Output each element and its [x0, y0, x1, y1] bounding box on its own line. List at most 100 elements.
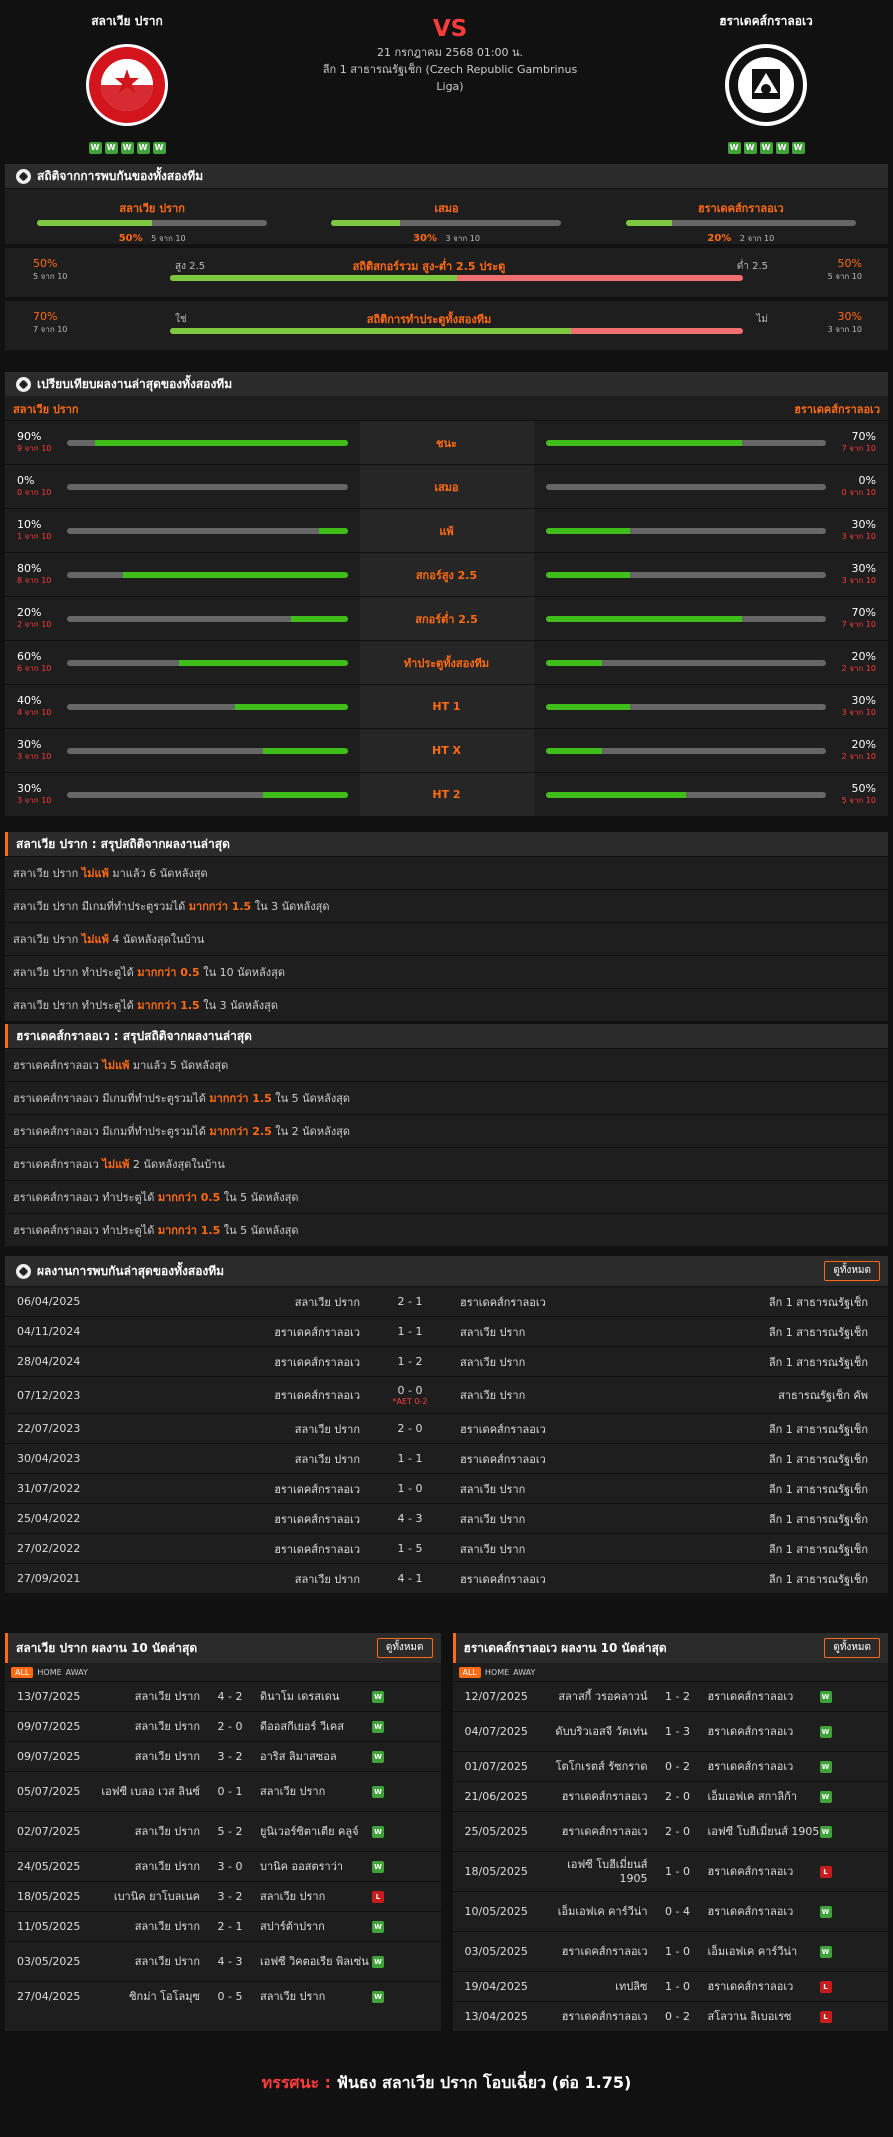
- tab-away[interactable]: AWAY: [66, 1668, 88, 1677]
- summary-item: สลาเวีย ปราก ทำประตูได้ มากกว่า 1.5 ใน 3…: [5, 988, 888, 1021]
- h2h-row[interactable]: 31/07/2022 ฮราเดคส์กราลอเว 1 - 0 สลาเวีย ปร…: [5, 1473, 888, 1503]
- summary-highlight: มากกว่า 0.5: [137, 966, 200, 979]
- tab-all[interactable]: ALL: [11, 1666, 34, 1678]
- league-name: สาธารณรัฐเช็ก คัพ: [778, 1389, 868, 1402]
- soccer-ball-icon: [16, 168, 31, 184]
- h2h-col-value: 30% 3 จาก 10: [331, 232, 561, 245]
- btts-no-pct: 30%: [837, 310, 862, 323]
- away-team-name: สโลวาน ลิเบอเรซ: [707, 2009, 792, 2023]
- compare-home-bar: [67, 791, 348, 798]
- compare-home-cell: 60% 6 จาก 10: [5, 641, 360, 684]
- compare-home-value: 0% 0 จาก 10: [17, 474, 57, 499]
- result-row[interactable]: 11/05/2025 สลาเวีย ปราก 2 - 1 สปาร์ต้าปราก W: [5, 1911, 441, 1941]
- h2h-row[interactable]: 22/07/2023 สลาเวีย ปราก 2 - 0 ฮราเดคส์กราลอ…: [5, 1413, 888, 1443]
- result-row[interactable]: 09/07/2025 สลาเวีย ปราก 2 - 0 ดีออสกีเยอร์ …: [5, 1711, 441, 1741]
- result-row[interactable]: 25/05/2025 ฮราเดคส์กราลอเว 2 - 0 เอฟซี โบฮี…: [452, 1811, 888, 1851]
- result-row[interactable]: 18/05/2025 เบานิค ยาโบลเนค 3 - 2 สลาเวีย ปร…: [5, 1881, 441, 1911]
- view-all-home-button[interactable]: ดูทั้งหมด: [376, 1638, 433, 1658]
- home-team-name: ฮราเดคส์กราลอเว: [274, 1355, 360, 1369]
- compare-away-bar: [545, 747, 826, 754]
- league-name: ลีก 1 สาธารณรัฐเช็ก: [768, 1452, 868, 1466]
- away-last10-title: ฮราเดคส์กราลอเว ผลงาน 10 นัดล่าสุด: [463, 1641, 667, 1655]
- result-row[interactable]: 02/07/2025 สลาเวีย ปราก 5 - 2 ยูนิเวอร์ซิตา…: [5, 1811, 441, 1851]
- result-badge: W: [819, 1690, 832, 1703]
- match-date: 12/07/2025: [464, 1689, 528, 1703]
- score: 4 - 1: [360, 1572, 460, 1585]
- result-badge: W: [372, 1955, 384, 1968]
- away-team-name: ฮราเดคส์กราลอเว: [707, 1724, 794, 1738]
- compare-home-value: 10% 1 จาก 10: [17, 517, 57, 543]
- summary-highlight: ไม่แพ้: [81, 867, 109, 880]
- compare-label: HT 1: [359, 685, 534, 728]
- home-team-name: สลาเวีย ปราก: [134, 1954, 200, 1968]
- result-row[interactable]: 09/07/2025 สลาเวีย ปราก 3 - 2 อาริส ลิมาสซอ…: [5, 1741, 441, 1771]
- match-date: 27/09/2021: [17, 1572, 81, 1585]
- result-row[interactable]: 18/05/2025 เอฟซี โบฮีเมี่ยนส์ 1905 1 - 0 ฮร…: [452, 1851, 888, 1891]
- tab-all[interactable]: ALL: [458, 1666, 481, 1678]
- summary-highlight: มากกว่า 1.5: [188, 900, 252, 913]
- tab-home[interactable]: HOME: [37, 1668, 61, 1677]
- h2h-row[interactable]: 30/04/2023 สลาเวีย ปราก 1 - 1 ฮราเดคส์กราลอ…: [5, 1443, 888, 1473]
- h2h-stats-section: สถิติจากการพบกันของทั้งสองทีม สลาเวีย ปร…: [5, 164, 888, 244]
- score-value: 4 - 1: [397, 1572, 423, 1585]
- away-team[interactable]: ฮราเดคส์กราลอเว WWWWW: [666, 12, 866, 154]
- match-date: 01/07/2025: [464, 1759, 528, 1773]
- score: 4 - 2: [217, 1689, 243, 1703]
- compare-home-cell: 20% 2 จาก 10: [5, 597, 360, 640]
- result-row[interactable]: 21/06/2025 ฮราเดคส์กราลอเว 2 - 0 เอ็มเอฟเค …: [452, 1781, 888, 1811]
- summary-item: ฮราเดคส์กราลอเว ทำประตูได้ มากกว่า 0.5 ใ…: [5, 1180, 888, 1213]
- form-badge: W: [104, 142, 118, 154]
- result-row[interactable]: 03/05/2025 ฮราเดคส์กราลอเว 1 - 0 เอ็มเอฟเค …: [452, 1931, 888, 1971]
- result-row[interactable]: 03/05/2025 สลาเวีย ปราก 4 - 3 เอฟซี วิคตอเร…: [5, 1941, 441, 1981]
- h2h-row[interactable]: 27/09/2021 สลาเวีย ปราก 4 - 1 ฮราเดคส์กราลอ…: [5, 1563, 888, 1593]
- result-row[interactable]: 05/07/2025 เอฟซี เบลอ เวส ลินซ์ 0 - 1 สลาเว…: [5, 1771, 441, 1811]
- home-team-name: เทปลิซ: [615, 1979, 648, 1993]
- summary-text: ฮราเดคส์กราลอเว ทำประตูได้: [13, 1224, 158, 1237]
- compare-home-pct: 30%: [17, 737, 42, 751]
- away-team-name: สลาเวีย ปราก: [460, 1389, 526, 1402]
- compare-away-value: 70% 7 จาก 10: [836, 430, 876, 455]
- result-row[interactable]: 27/04/2025 ซิกม่า โอโลมุซ 0 - 5 สลาเวีย ปรา…: [5, 1981, 441, 2011]
- match-date: 27/04/2025: [17, 1989, 81, 2003]
- h2h-row[interactable]: 06/04/2025 สลาเวีย ปราก 2 - 1 ฮราเดคส์กราลอ…: [5, 1286, 888, 1316]
- score: 3 - 2: [217, 1749, 243, 1763]
- result-row[interactable]: 19/04/2025 เทปลิซ 1 - 0 ฮราเดคส์กราลอเว L: [452, 1971, 888, 2001]
- compare-home-value: 80% 8 จาก 10: [17, 562, 57, 587]
- result-row[interactable]: 13/04/2025 ฮราเดคส์กราลอเว 0 - 2 สโลวาน ลิเ…: [452, 2001, 888, 2031]
- compare-home-pct: 10%: [17, 517, 42, 531]
- tab-home[interactable]: HOME: [485, 1668, 509, 1677]
- h2h-row[interactable]: 27/02/2022 ฮราเดคส์กราลอเว 1 - 5 สลาเวีย ปร…: [5, 1533, 888, 1563]
- score: 2 - 0: [217, 1719, 243, 1733]
- home-team-name: สลาเวีย ปราก: [294, 1295, 360, 1309]
- away-team-name: ฮราเดคส์กราลอเว: [719, 14, 813, 28]
- home-last10-header: สลาเวีย ปราก ผลงาน 10 นัดล่าสุด ดูทั้งหมด: [5, 1633, 441, 1663]
- home-team-name: ฮราเดคส์กราลอเว: [561, 1824, 648, 1838]
- h2h-row[interactable]: 28/04/2024 ฮราเดคส์กราลอเว 1 - 2 สลาเวีย ปร…: [5, 1346, 888, 1376]
- compare-section: เปรียบเทียบผลงานล่าสุดของทั้งสองทีม สลาเ…: [5, 372, 888, 816]
- result-row[interactable]: 13/07/2025 สลาเวีย ปราก 4 - 2 ดินาโม เดรสเด…: [5, 1681, 441, 1711]
- view-all-h2h-button[interactable]: ดูทั้งหมด: [824, 1261, 880, 1281]
- result-row[interactable]: 04/07/2025 ดับบริวเอสจี วัตเท่น 1 - 3 ฮราเด…: [452, 1711, 888, 1751]
- score-value: 2 - 0: [397, 1422, 423, 1435]
- result-row[interactable]: 10/05/2025 เอ็มเอฟเค คาร์วีน่า 0 - 4 ฮราเดค…: [452, 1891, 888, 1931]
- tab-away[interactable]: AWAY: [513, 1668, 535, 1677]
- summary-highlight: ไม่แพ้: [81, 933, 109, 946]
- result-row[interactable]: 12/07/2025 สลาสกี้ วรอคลาวน์ 1 - 2 ฮราเดคส์…: [452, 1681, 888, 1711]
- result-row[interactable]: 01/07/2025 โตโกเรตส์ รัซกราด 0 - 2 ฮราเดคส์…: [452, 1751, 888, 1781]
- h2h-row[interactable]: 04/11/2024 ฮราเดคส์กราลอเว 1 - 1 สลาเวีย ปร…: [5, 1316, 888, 1346]
- result-row[interactable]: 24/05/2025 สลาเวีย ปราก 3 - 0 บานิค ออสตราว…: [5, 1851, 441, 1881]
- h2h-results-title: ผลงานการพบกันล่าสุดของทั้งสองทีม: [37, 1264, 225, 1278]
- summary-item: ฮราเดคส์กราลอเว ไม่แพ้ มาแล้ว 5 นัดหลังส…: [5, 1048, 888, 1081]
- compare-away-value: 70% 7 จาก 10: [836, 606, 876, 631]
- compare-away-value: 20% 2 จาก 10: [836, 738, 876, 763]
- compare-home-cell: 80% 8 จาก 10: [5, 553, 360, 596]
- h2h-row[interactable]: 25/04/2022 ฮราเดคส์กราลอเว 4 - 3 สลาเวีย ปร…: [5, 1503, 888, 1533]
- match-date: 25/05/2025: [464, 1824, 528, 1838]
- h2h-row[interactable]: 07/12/2023 ฮราเดคส์กราลอเว 0 - 0 *AET 0-2 สล…: [5, 1376, 888, 1413]
- home-team[interactable]: สลาเวีย ปราก WWWWW: [27, 12, 227, 154]
- result-badge: L: [819, 1980, 832, 1993]
- away-team-name: เอฟซี โบฮีเมี่ยนส์ 1905: [707, 1824, 820, 1838]
- summary-text: สลาเวีย ปราก: [13, 933, 82, 946]
- view-all-away-button[interactable]: ดูทั้งหมด: [824, 1638, 880, 1658]
- slavia-logo: [86, 44, 168, 126]
